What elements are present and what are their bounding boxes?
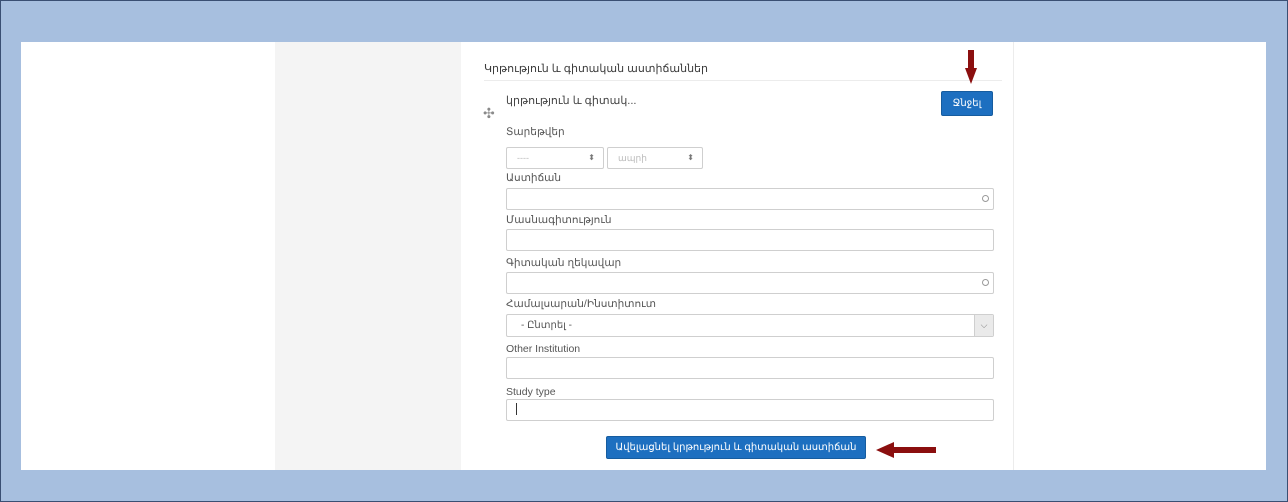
- month-select[interactable]: ապրի ⬍: [607, 147, 703, 169]
- scientific-advisor-label: Գիտական ղեկավար: [506, 257, 622, 269]
- year-select[interactable]: ---- ⬍: [506, 147, 604, 169]
- chevron-down-icon: ⌵: [974, 315, 993, 336]
- arrow-icon: [876, 442, 936, 458]
- university-select[interactable]: - Ընտրել - ⌵: [506, 314, 994, 337]
- dates-label: Տարեթվեր: [506, 126, 565, 138]
- move-icon[interactable]: ✣: [483, 105, 495, 122]
- add-education-button[interactable]: Ավելացնել կրթություն և գիտական աստիճան: [606, 436, 866, 459]
- degree-field[interactable]: [506, 188, 994, 210]
- chevron-down-icon: ⬍: [588, 153, 595, 162]
- month-select-value: ապրի: [618, 153, 647, 163]
- other-institution-label: Other Institution: [506, 343, 581, 355]
- circle-icon: [982, 195, 989, 202]
- specialty-label: Մասնագիտություն: [506, 214, 612, 226]
- delete-button[interactable]: Ջնջել: [941, 91, 993, 116]
- study-type-field[interactable]: [506, 399, 994, 421]
- circle-icon: [982, 279, 989, 286]
- degree-label: Աստիճան: [506, 172, 562, 184]
- arrow-icon: [965, 50, 977, 84]
- left-gutter: [275, 42, 461, 470]
- other-institution-field[interactable]: [506, 357, 994, 379]
- right-gutter: [1013, 42, 1014, 470]
- study-type-label: Study type: [506, 386, 556, 398]
- panel-divider: [484, 80, 1002, 81]
- university-select-value: - Ընտրել -: [521, 320, 573, 331]
- chevron-down-icon: ⬍: [687, 153, 694, 162]
- scientific-advisor-field[interactable]: [506, 272, 994, 294]
- specialty-field[interactable]: [506, 229, 994, 251]
- university-label: Համալսարան/Ինստիտուտ: [506, 298, 656, 310]
- year-select-value: ----: [517, 153, 529, 163]
- panel-title: Կրթություն և գիտական աստիճաններ: [484, 63, 709, 75]
- text-cursor: [516, 403, 517, 415]
- entry-title: կրթություն և գիտակ...: [506, 95, 637, 107]
